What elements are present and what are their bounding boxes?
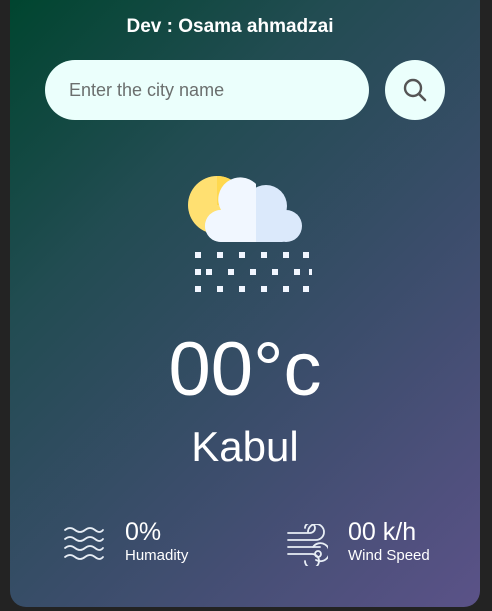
temperature: 00°c [168,327,322,412]
humidity-label: Humadity [125,547,189,564]
wind-speed-value: 00 k/h [348,518,417,546]
city-name: Kabul [191,423,299,470]
wind-icon [287,524,328,566]
humidity-value: 0% [125,518,162,546]
humidity-waves-icon [64,527,104,560]
partly-cloudy-snow-icon [188,176,312,292]
weather-card: Dev : Osama ahmadzai Enter the city name… [10,0,480,607]
wind-speed-label: Wind Speed [348,547,430,564]
developer-credit: Dev : Osama ahmadzai [126,16,334,37]
search-button[interactable] [385,60,445,120]
search-box[interactable] [45,60,369,120]
city-search-input[interactable] [69,60,359,120]
search-icon [403,78,427,102]
